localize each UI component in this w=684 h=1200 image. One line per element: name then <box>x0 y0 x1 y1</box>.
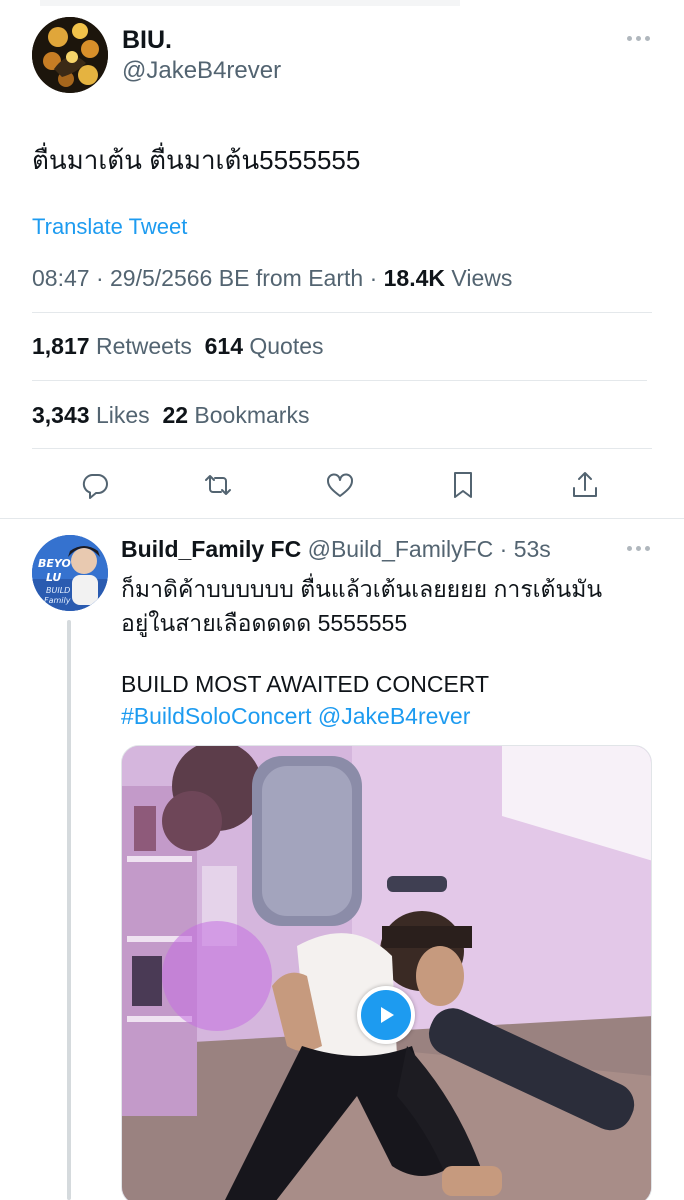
svg-text:LU: LU <box>46 571 61 584</box>
video-media[interactable] <box>121 745 652 1200</box>
share-icon[interactable] <box>565 465 605 505</box>
section-divider <box>0 518 684 519</box>
play-button-icon[interactable] <box>357 986 415 1044</box>
retweets-count[interactable]: 1,817 <box>32 333 90 359</box>
tweet-text: ตื่นมาเต้น ตื่นมาเต้น5555555 <box>32 145 361 175</box>
bookmarks-label[interactable]: Bookmarks <box>194 402 309 428</box>
like-icon[interactable] <box>320 465 360 505</box>
divider <box>32 448 652 449</box>
divider <box>32 380 647 381</box>
reply-author-avatar[interactable]: BEYO LU BUILD Family <box>32 535 108 611</box>
reply-handle[interactable]: @Build_FamilyFC <box>308 536 494 562</box>
author-handle[interactable]: @JakeB4rever <box>122 57 281 85</box>
views-count[interactable]: 18.4K <box>384 265 445 291</box>
quotes-count[interactable]: 614 <box>205 333 243 359</box>
reply-time[interactable]: 53s <box>514 536 551 562</box>
hashtag-link[interactable]: #BuildSoloConcert <box>121 703 312 729</box>
top-edge-bar <box>40 0 460 6</box>
retweet-quote-stats: 1,817 Retweets 614 Quotes <box>32 333 324 360</box>
mention-link[interactable]: @JakeB4rever <box>318 703 470 729</box>
retweets-label[interactable]: Retweets <box>96 333 192 359</box>
reply-icon[interactable] <box>75 465 115 505</box>
svg-text:BUILD: BUILD <box>46 586 70 595</box>
likes-label[interactable]: Likes <box>96 402 150 428</box>
tweet-date[interactable]: 29/5/2566 BE <box>110 265 249 291</box>
tweet-source: from Earth <box>255 265 364 291</box>
thread-line <box>67 620 71 1200</box>
reply-display-name[interactable]: Build_Family FC <box>121 536 301 562</box>
author-display-name[interactable]: BIU. <box>122 26 172 55</box>
translate-tweet-link[interactable]: Translate Tweet <box>32 214 187 240</box>
reply-tags-line: #BuildSoloConcert @JakeB4rever <box>121 703 470 730</box>
retweet-icon[interactable] <box>198 465 238 505</box>
reply-header: Build_Family FC @Build_FamilyFC · 53s <box>121 536 551 562</box>
views-label[interactable]: Views <box>451 265 512 291</box>
more-options-icon[interactable] <box>621 538 655 558</box>
bookmark-icon[interactable] <box>443 465 483 505</box>
quotes-label[interactable]: Quotes <box>249 333 323 359</box>
tweet-metadata: 08:47 · 29/5/2566 BE from Earth · 18.4K … <box>32 265 513 291</box>
divider <box>32 312 652 313</box>
more-options-icon[interactable] <box>621 28 655 48</box>
likes-count[interactable]: 3,343 <box>32 402 90 428</box>
reply-text-line: อยู่ในสายเลือดดดด 5555555 <box>121 610 408 636</box>
video-thumbnail <box>122 746 651 1200</box>
bookmarks-count[interactable]: 22 <box>162 402 188 428</box>
reply-text-line: ก็มาดิค้าบบบบบบ ตื่นแล้วเต้นเลยยยย การเต… <box>121 576 603 602</box>
author-avatar[interactable] <box>32 17 108 93</box>
reply-text-line: BUILD MOST AWAITED CONCERT <box>121 671 490 697</box>
svg-text:Family: Family <box>44 596 71 605</box>
tweet-time[interactable]: 08:47 <box>32 265 90 291</box>
likes-bookmarks-stats: 3,343 Likes 22 Bookmarks <box>32 402 309 429</box>
svg-text:BEYO: BEYO <box>38 557 71 570</box>
